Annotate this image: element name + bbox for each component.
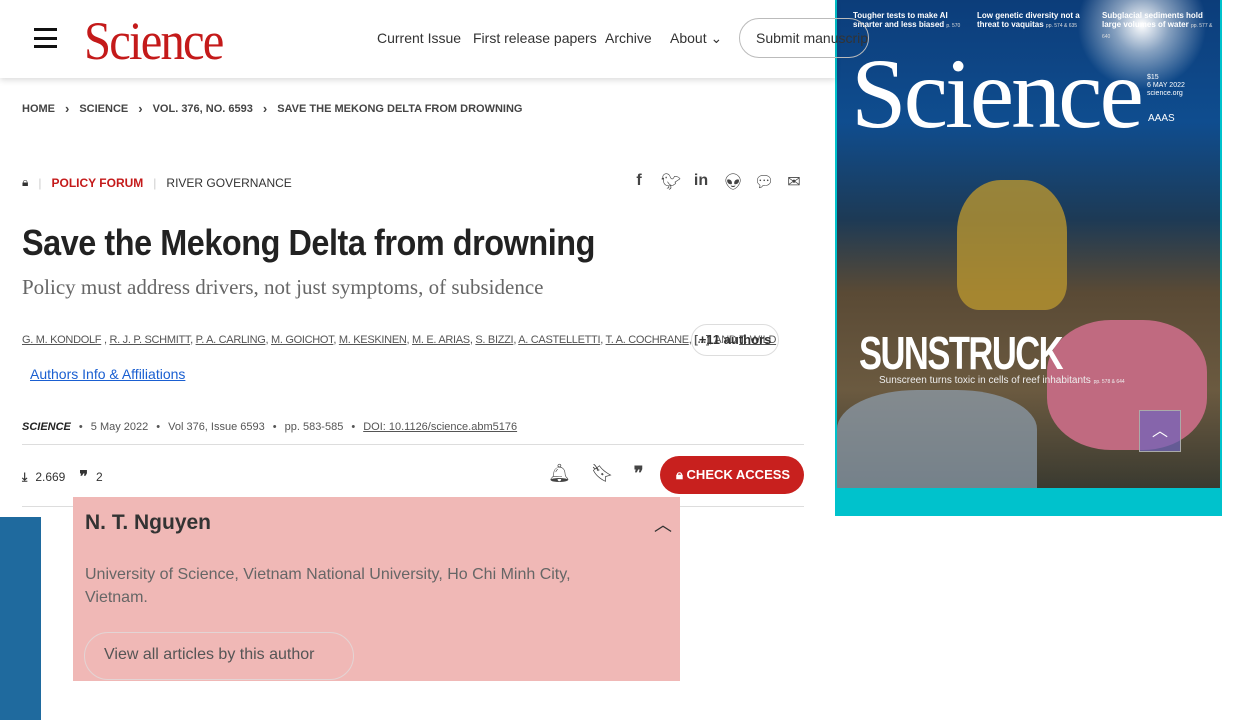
site-header: Science Current Issue First release pape…	[0, 0, 869, 78]
article-metrics: ⤓ 2.669 ❞ 2	[22, 467, 103, 487]
twitter-icon[interactable]: 🐦︎	[661, 172, 681, 192]
share-bar: f 🐦︎ in 👽︎ 💬︎ ✉	[630, 172, 803, 192]
chevron-right-icon: ›	[262, 101, 268, 116]
breadcrumb: HOME › SCIENCE › VOL. 376, NO. 6593 › SAVE …	[22, 101, 522, 116]
crumb-article: SAVE THE MEKONG DELTA FROM DROWNING	[277, 102, 523, 115]
side-panel-edge	[0, 517, 41, 720]
pub-date: 5 May 2022	[90, 421, 149, 433]
chevron-down-icon: ⌄	[710, 30, 723, 46]
chevron-up-icon[interactable]: ︿	[654, 511, 672, 537]
author-link[interactable]: M. E. ARIAS	[412, 334, 470, 346]
view-author-articles-button[interactable]: View all articles by this author	[84, 632, 354, 680]
journal-name: SCIENCE	[22, 421, 71, 433]
author-affiliation: University of Science, Vietnam National …	[85, 566, 571, 606]
author-link[interactable]: M. GOICHOT	[271, 334, 334, 346]
lock-icon: 🔒︎	[676, 467, 683, 482]
author-popup: N. T. Nguyen ︿ University of Science, Vi…	[73, 497, 680, 681]
section-label[interactable]: POLICY FORUM	[52, 176, 144, 190]
crumb-home[interactable]: HOME	[22, 103, 55, 115]
citation-line: SCIENCE • 5 May 2022 • Vol 376, Issue 6593…	[22, 421, 518, 433]
more-authors-button[interactable]: +11 authors	[691, 324, 779, 356]
article-title: Save the Mekong Delta from drowning	[22, 222, 595, 263]
reddit-icon[interactable]: 👽︎	[723, 172, 743, 192]
nav-current-issue[interactable]: Current Issue	[377, 30, 461, 46]
author-link[interactable]: M. KESKINEN	[339, 334, 407, 346]
divider	[22, 444, 804, 445]
article-tools: 🔔︎ 🔖︎ ❞	[548, 463, 643, 484]
journal-cover[interactable]: Tougher tests to make AI smarter and les…	[835, 0, 1222, 516]
cover-headline: Low genetic diversity not a threat to va…	[977, 11, 1080, 29]
bookmark-icon[interactable]: 🔖︎	[591, 463, 614, 484]
citation-icon: ❞	[79, 469, 88, 486]
cover-feature-desc: Sunscreen turns toxic in cells of reef i…	[879, 375, 1125, 386]
submit-manuscript-button[interactable]: Submit manuscript	[739, 18, 869, 58]
check-access-button[interactable]: 🔒︎ CHECK ACCESS	[660, 456, 804, 494]
cover-masthead: Science	[851, 38, 1144, 149]
cover-feature-title: SUNSTRUCK	[859, 327, 1064, 379]
citation-count: 2	[95, 470, 103, 484]
check-access-label: CHECK ACCESS	[686, 467, 791, 482]
lock-icon: 🔒︎	[22, 175, 29, 189]
author-link[interactable]: T. A. COCHRANE	[606, 334, 690, 346]
download-count: 2.669	[35, 470, 66, 484]
author-link[interactable]: A. CASTELLETTI	[518, 334, 600, 346]
author-name: N. T. Nguyen	[85, 511, 212, 534]
author-link[interactable]: P. A. CARLING	[196, 334, 266, 346]
aaas-logo: AAAS	[1148, 113, 1175, 124]
author-link[interactable]: R. J. P. SCHMITT	[110, 334, 191, 346]
nav-first-release[interactable]: First release papers	[473, 30, 597, 46]
crumb-science[interactable]: SCIENCE	[79, 103, 128, 115]
facebook-icon[interactable]: f	[630, 172, 648, 192]
download-icon: ⤓	[22, 469, 28, 484]
cite-icon[interactable]: ❞	[634, 463, 644, 484]
email-icon[interactable]: ✉	[785, 172, 803, 192]
cover-image: Tougher tests to make AI smarter and les…	[837, 0, 1220, 488]
linkedin-icon[interactable]: in	[692, 172, 710, 192]
author-list: G. M. KONDOLF , R. J. P. SCHMITT, P. A. …	[22, 334, 777, 346]
topic-label[interactable]: RIVER GOVERNANCE	[166, 176, 291, 190]
nav-about-label: About	[670, 30, 707, 46]
chevron-right-icon: ›	[138, 101, 143, 116]
authors-affiliations-link[interactable]: Authors Info & Affiliations	[30, 366, 185, 382]
wechat-icon[interactable]: 💬︎	[754, 172, 774, 192]
science-logo[interactable]: Science	[84, 10, 224, 72]
article-subtitle: Policy must address drivers, not just sy…	[22, 275, 544, 299]
chevron-right-icon: ›	[65, 101, 70, 116]
crumb-volume[interactable]: VOL. 376, NO. 6593	[153, 103, 253, 115]
menu-icon[interactable]	[34, 28, 57, 48]
bell-icon[interactable]: 🔔︎	[548, 463, 571, 484]
nav-about[interactable]: About ⌄	[670, 30, 722, 47]
volume-issue[interactable]: Vol 376, Issue 6593	[168, 421, 265, 433]
cover-headline: Tougher tests to make AI smarter and les…	[853, 11, 961, 29]
doi-link[interactable]: DOI: 10.1126/science.abm5176	[363, 421, 517, 433]
pages: pp. 583-585	[284, 421, 344, 433]
author-link[interactable]: G. M. KONDOLF	[22, 334, 102, 346]
author-link[interactable]: S. BIZZI	[475, 334, 513, 346]
article-meta: 🔒︎ | POLICY FORUM | RIVER GOVERNANCE	[22, 175, 292, 190]
cover-issue-info: $15 6 MAY 2022 science.org	[1147, 74, 1185, 97]
scroll-to-top-button[interactable]: ︿	[1139, 410, 1181, 452]
nav-archive[interactable]: Archive	[605, 30, 652, 46]
